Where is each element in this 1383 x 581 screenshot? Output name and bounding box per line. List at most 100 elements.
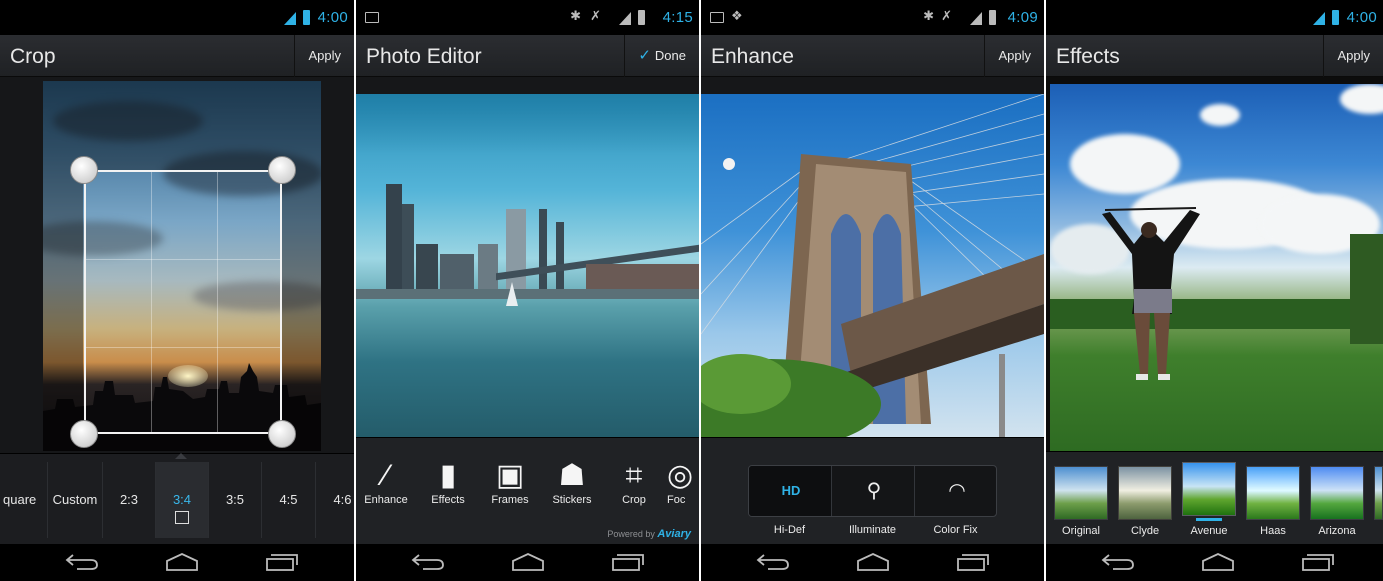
- action-bar: Photo Editor ✓ Done: [356, 35, 699, 77]
- recent-apps-icon[interactable]: [265, 553, 299, 571]
- page-title: Photo Editor: [366, 45, 482, 68]
- status-bar: 4:00: [1046, 0, 1383, 35]
- editor-photo: [356, 94, 699, 437]
- gallery-notification-icon: [365, 12, 379, 23]
- status-time: 4:09: [1007, 9, 1038, 26]
- done-label: Done: [654, 48, 686, 63]
- hi-def-option[interactable]: HD: [749, 466, 832, 516]
- tool-stickers[interactable]: ☗ Stickers: [543, 458, 601, 506]
- ratio-option-selected[interactable]: 3:4: [156, 462, 209, 538]
- frame-icon: ▣: [495, 459, 525, 492]
- effect-label: Avenue: [1190, 525, 1228, 537]
- hd-icon: HD: [781, 483, 801, 498]
- back-arrow-icon[interactable]: [65, 553, 99, 571]
- crop-frame[interactable]: [84, 170, 282, 434]
- ratio-option[interactable]: 3:5: [209, 462, 262, 538]
- check-icon: ✓: [638, 47, 651, 64]
- ratio-option[interactable]: Custom: [48, 462, 103, 538]
- wifi-signal-icon: [619, 12, 631, 25]
- effect-label: Haas: [1260, 525, 1286, 537]
- selected-effect-indicator: [1196, 518, 1222, 521]
- status-bar: 4:00: [0, 0, 354, 35]
- apply-button[interactable]: Apply: [294, 35, 354, 77]
- signal-icon: [284, 12, 296, 25]
- action-bar: Effects Apply: [1046, 35, 1383, 77]
- apply-button[interactable]: Apply: [1323, 35, 1383, 77]
- effect-thumb-haas[interactable]: [1246, 466, 1300, 520]
- illuminate-option[interactable]: ⚲: [832, 466, 915, 516]
- gallery-notification-icon: [710, 12, 724, 23]
- done-button[interactable]: ✓ Done: [624, 35, 699, 77]
- status-time: 4:00: [1346, 9, 1377, 26]
- crop-handle-top-right[interactable]: [268, 156, 296, 184]
- tool-effects[interactable]: ▮ Effects: [419, 458, 477, 506]
- color-fix-option[interactable]: ◠: [915, 466, 996, 516]
- back-arrow-icon[interactable]: [1101, 553, 1135, 571]
- photo-editor-screen: ✱ ✗ 4:15 Photo Editor ✓ Done ⁄ Enhance ▮ Ef…: [356, 0, 699, 581]
- page-title: Effects: [1056, 45, 1120, 68]
- focus-icon: ◎: [667, 459, 694, 492]
- dropbox-icon: ❖: [731, 8, 743, 23]
- effect-label: Arizona: [1318, 525, 1356, 537]
- mute-icon: ✗: [590, 8, 601, 23]
- tool-frames[interactable]: ▣ Frames: [481, 458, 539, 506]
- recent-apps-icon[interactable]: [1301, 553, 1335, 571]
- tool-bar: ⁄ Enhance ▮ Effects ▣ Frames ☗ Stickers ⌗ Cro…: [356, 437, 699, 544]
- status-time: 4:00: [317, 9, 348, 26]
- illuminate-label: Illuminate: [848, 524, 897, 536]
- crop-handle-bottom-right[interactable]: [268, 420, 296, 448]
- crop-screen: 4:00 Crop Apply quare Custom 2:3 3:4 3:5…: [0, 0, 354, 581]
- effects-screen: 4:00 Effects Apply Original Clyde Avenue…: [1046, 0, 1383, 581]
- ratio-option[interactable]: 2:3: [103, 462, 156, 538]
- crop-handle-bottom-left[interactable]: [70, 420, 98, 448]
- ratio-option[interactable]: 4:5: [262, 462, 316, 538]
- battery-icon: [1332, 10, 1339, 25]
- wifi-signal-icon: [970, 12, 982, 25]
- status-time: 4:15: [662, 9, 693, 26]
- film-icon: ▮: [439, 459, 457, 492]
- home-icon[interactable]: [1201, 553, 1235, 571]
- recent-apps-icon[interactable]: [611, 553, 645, 571]
- effect-thumb-next[interactable]: [1374, 466, 1383, 520]
- selection-caret: [175, 453, 187, 459]
- crop-icon: ⌗: [625, 459, 643, 492]
- effect-thumb-clyde[interactable]: [1118, 466, 1172, 520]
- effect-label: Original: [1062, 525, 1100, 537]
- lightbulb-icon: ⚲: [866, 480, 882, 502]
- effects-strip: Original Clyde Avenue Haas Arizona: [1046, 451, 1383, 544]
- effect-label: Clyde: [1130, 525, 1160, 537]
- tool-enhance[interactable]: ⁄ Enhance: [357, 458, 415, 506]
- apply-button[interactable]: Apply: [984, 35, 1044, 77]
- tool-focus[interactable]: ◎ Foc: [667, 458, 699, 506]
- battery-icon: [638, 10, 645, 25]
- nav-bar: [0, 544, 354, 581]
- home-icon[interactable]: [856, 553, 890, 571]
- effect-thumb-avenue[interactable]: [1182, 462, 1236, 516]
- ratio-selector: quare Custom 2:3 3:4 3:5 4:5 4:6: [0, 453, 354, 544]
- back-arrow-icon[interactable]: [756, 553, 790, 571]
- battery-icon: [303, 10, 310, 25]
- enhance-screen: ❖ ✱ ✗ 4:09 Enhance Apply HD ⚲ ◠ Hi-Def I…: [701, 0, 1044, 581]
- crop-canvas: [0, 77, 354, 453]
- tool-crop[interactable]: ⌗ Crop: [605, 458, 663, 506]
- status-bar: ✱ ✗ 4:15: [356, 0, 699, 35]
- crop-handle-top-left[interactable]: [70, 156, 98, 184]
- nav-bar: [701, 544, 1044, 581]
- recent-apps-icon[interactable]: [956, 553, 990, 571]
- rotate-ratio-icon[interactable]: [175, 511, 189, 524]
- magic-wand-icon: ⁄: [383, 459, 389, 492]
- back-arrow-icon[interactable]: [411, 553, 445, 571]
- home-icon[interactable]: [511, 553, 545, 571]
- ratio-label: 3:4: [172, 492, 192, 507]
- ratio-option[interactable]: quare: [0, 462, 48, 538]
- page-title: Crop: [10, 45, 56, 68]
- hi-def-label: Hi-Def: [773, 524, 806, 536]
- effect-thumb-arizona[interactable]: [1310, 466, 1364, 520]
- nav-bar: [356, 544, 699, 581]
- battery-icon: [989, 10, 996, 25]
- color-fix-icon: ◠: [948, 480, 966, 502]
- effect-thumb-original[interactable]: [1054, 466, 1108, 520]
- mustache-icon: ☗: [558, 459, 586, 492]
- home-icon[interactable]: [165, 553, 199, 571]
- ratio-option[interactable]: 4:6: [316, 462, 354, 538]
